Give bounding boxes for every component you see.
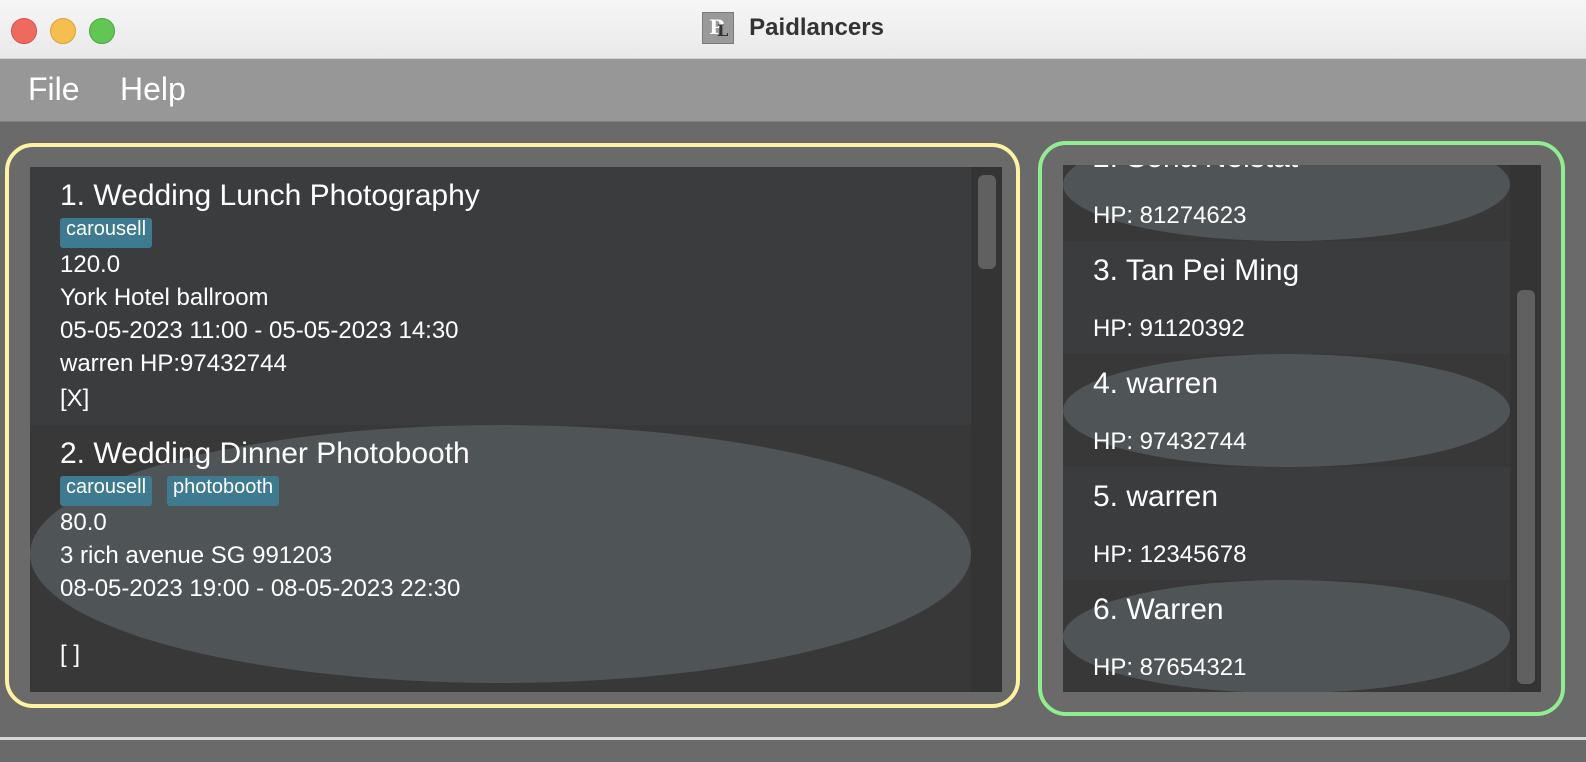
client-phone: HP: 91120392	[1093, 315, 1245, 342]
menu-help[interactable]: Help	[120, 71, 186, 108]
job-time: 08-05-2023 19:00 - 08-05-2023 22:30	[60, 575, 461, 602]
job-list-scrollbar[interactable]	[971, 167, 1002, 692]
window-title: Paidlancers	[749, 14, 884, 41]
window-title-bar: PL Paidlancers	[0, 0, 1586, 59]
job-tag: photobooth	[167, 476, 280, 506]
job-card-2[interactable]: 2. Wedding Dinner Photobooth carousell p…	[30, 425, 971, 683]
client-phone: HP: 97432744	[1093, 428, 1247, 455]
client-phone: HP: 87654321	[1093, 654, 1247, 681]
bottom-divider	[0, 737, 1586, 740]
client-card-5[interactable]: 5. warren HP: 12345678	[1063, 467, 1510, 580]
job-time: 05-05-2023 11:00 - 05-05-2023 14:30	[60, 317, 459, 344]
job-price: 80.0	[60, 509, 107, 536]
client-name: 2. Sona Neistat	[1093, 165, 1298, 175]
client-name: 6. Warren	[1093, 593, 1224, 626]
app-logo-icon: PL	[702, 12, 735, 44]
client-phone: HP: 81274623	[1093, 202, 1247, 229]
client-card-4[interactable]: 4. warren HP: 97432744	[1063, 354, 1510, 467]
client-list-scrollbar[interactable]	[1510, 165, 1541, 692]
job-location: 3 rich avenue SG 991203	[60, 542, 333, 569]
client-list[interactable]: 2. Sona Neistat HP: 81274623 3. Tan Pei …	[1063, 165, 1541, 692]
job-location: York Hotel ballroom	[60, 284, 269, 311]
client-card-6[interactable]: 6. Warren HP: 87654321	[1063, 580, 1510, 692]
title-wrap: PL Paidlancers	[0, 12, 1586, 44]
client-phone: HP: 12345678	[1093, 541, 1247, 568]
job-tag: carousell	[60, 476, 153, 506]
job-tag: carousell	[60, 218, 153, 248]
client-name: 5. warren	[1093, 480, 1219, 513]
client-card-3[interactable]: 3. Tan Pei Ming HP: 91120392	[1063, 241, 1510, 354]
job-status: [X]	[60, 385, 90, 412]
client-name: 3. Tan Pei Ming	[1093, 254, 1300, 287]
client-card-2[interactable]: 2. Sona Neistat HP: 81274623	[1063, 165, 1510, 241]
menu-file[interactable]: File	[28, 71, 80, 108]
menu-bar: File Help	[0, 59, 1586, 122]
job-client: warren HP:97432744	[60, 350, 287, 377]
job-title: 2. Wedding Dinner Photobooth	[60, 437, 470, 470]
job-list[interactable]: 1. Wedding Lunch Photography carousell 1…	[30, 167, 1002, 692]
client-list-scroll-thumb[interactable]	[1517, 290, 1535, 684]
job-title: 1. Wedding Lunch Photography	[60, 179, 480, 212]
job-status: [ ]	[60, 641, 81, 668]
job-price: 120.0	[60, 251, 121, 278]
job-list-scroll-thumb[interactable]	[978, 175, 996, 269]
client-name: 4. warren	[1093, 367, 1219, 400]
job-card-1[interactable]: 1. Wedding Lunch Photography carousell 1…	[30, 167, 971, 425]
